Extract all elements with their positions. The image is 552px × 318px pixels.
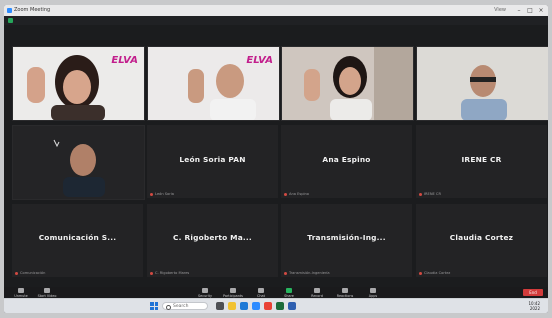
meeting-controls: Unmute Start Video Security Participants… <box>4 287 548 302</box>
video-tile[interactable] <box>416 46 548 121</box>
chat-button[interactable]: Chat <box>250 288 272 298</box>
view-menu[interactable]: View <box>494 5 506 16</box>
window-title: Zoom Meeting <box>14 7 51 13</box>
participant-tile[interactable]: IRENE CR IRENE CR <box>416 125 547 198</box>
word-icon[interactable] <box>288 302 296 310</box>
video-tile[interactable]: ELVA <box>147 46 280 121</box>
edge-icon[interactable] <box>240 302 248 310</box>
people-icon <box>230 288 236 293</box>
chrome-icon[interactable] <box>264 302 272 310</box>
participant-video <box>13 126 144 199</box>
security-button[interactable]: Security <box>194 288 216 298</box>
apps-icon <box>370 288 376 293</box>
windows-start-icon[interactable] <box>150 302 158 310</box>
unmute-button[interactable]: Unmute <box>10 288 32 298</box>
participant-video <box>417 47 548 120</box>
task-view-icon[interactable] <box>216 302 224 310</box>
participant-name: IRENE CR <box>461 155 502 164</box>
microphone-icon <box>18 288 24 293</box>
muted-mic-icon <box>150 271 153 275</box>
reactions-button[interactable]: Reactions <box>334 288 356 298</box>
apps-button[interactable]: Apps <box>362 288 384 298</box>
zoom-app-icon <box>7 8 12 13</box>
shield-icon <box>202 288 208 293</box>
zoom-window: Zoom Meeting View – □ × ELVA ELVA León S… <box>4 5 548 313</box>
chat-icon <box>258 288 264 293</box>
taskbar-search[interactable]: Search <box>162 302 208 310</box>
muted-mic-icon <box>15 271 18 275</box>
muted-mic-icon <box>419 271 422 275</box>
share-icon <box>286 288 292 293</box>
participants-button[interactable]: Participants <box>222 288 244 298</box>
participant-tile[interactable]: C. Rigoberto Ma... C. Rigoberto Mares <box>147 204 278 277</box>
brand-logo: ELVA <box>246 55 273 66</box>
participant-mini-label: León Soria <box>150 192 174 196</box>
participant-video <box>282 47 413 120</box>
participant-name: Ana Espino <box>322 155 371 164</box>
file-explorer-icon[interactable] <box>228 302 236 310</box>
participant-mini-label: C. Rigoberto Mares <box>150 271 189 275</box>
muted-mic-icon <box>284 271 287 275</box>
camera-icon <box>44 288 50 293</box>
participant-tile[interactable]: León Soria PAN León Soria <box>147 125 278 198</box>
participant-name: León Soria PAN <box>179 155 246 164</box>
record-button[interactable]: Record <box>306 288 328 298</box>
close-icon[interactable]: × <box>536 5 546 16</box>
smiley-icon <box>342 288 348 293</box>
participant-name: Claudia Cortez <box>449 233 514 242</box>
start-video-button[interactable]: Start Video <box>36 288 58 298</box>
video-tile[interactable] <box>12 125 145 200</box>
participant-mini-label: Ana Espino <box>284 192 309 196</box>
search-icon <box>166 305 171 310</box>
excel-icon[interactable] <box>276 302 284 310</box>
participant-mini-label: Transmisión-Ingeniería <box>284 271 330 275</box>
record-icon <box>314 288 320 293</box>
participant-name: Transmisión-Ing... <box>307 233 386 242</box>
shield-icon[interactable] <box>8 18 13 23</box>
end-meeting-button[interactable]: End <box>523 289 543 296</box>
maximize-icon[interactable]: □ <box>525 5 535 16</box>
muted-mic-icon <box>150 192 153 196</box>
video-tile[interactable] <box>281 46 414 121</box>
muted-mic-icon <box>419 192 422 196</box>
participant-tile[interactable]: Ana Espino Ana Espino <box>281 125 412 198</box>
windows-taskbar: Search 10:42 2022 <box>4 298 548 313</box>
participant-tile[interactable]: Claudia Cortez Claudia Cortez <box>416 204 547 277</box>
video-tile[interactable]: ELVA <box>12 46 145 121</box>
system-tray-clock[interactable]: 10:42 2022 <box>528 301 540 311</box>
participant-tile[interactable]: Comunicación S... Comunicación <box>12 204 143 277</box>
minimize-icon[interactable]: – <box>514 5 524 16</box>
participant-mini-label: Claudia Cortez <box>419 271 450 275</box>
muted-mic-icon <box>284 192 287 196</box>
participant-name: Comunicación S... <box>38 233 117 242</box>
participant-mini-label: IRENE CR <box>419 192 441 196</box>
meeting-info-bar <box>4 16 548 25</box>
brand-logo: ELVA <box>111 55 138 66</box>
participant-name: C. Rigoberto Ma... <box>173 233 252 242</box>
participant-mini-label: Comunicación <box>15 271 45 275</box>
participant-tile[interactable]: Transmisión-Ing... Transmisión-Ingenierí… <box>281 204 412 277</box>
title-bar: Zoom Meeting View – □ × <box>4 5 548 16</box>
zoom-taskbar-icon[interactable] <box>252 302 260 310</box>
